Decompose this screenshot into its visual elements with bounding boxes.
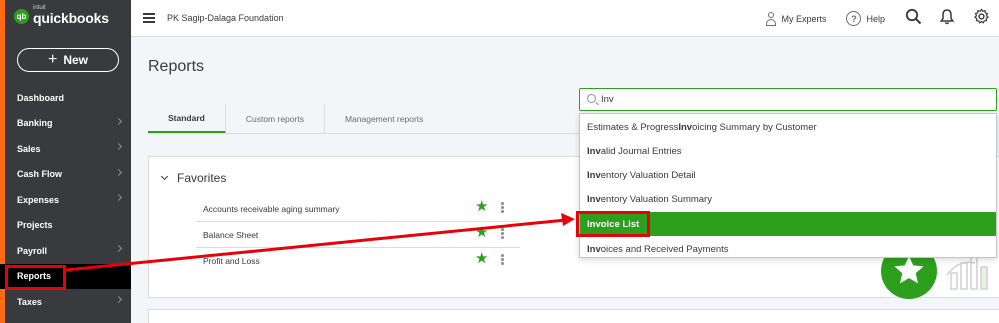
chevron-right-icon bbox=[114, 193, 123, 202]
sidebar: qb intuit quickbooks + New Dashboard Ban… bbox=[0, 0, 131, 323]
suggestion-item[interactable]: Estimates & Progress Inv oicing Summary b… bbox=[580, 115, 996, 139]
suggestion-rest: oicing Summary by Customer bbox=[692, 121, 817, 133]
favorite-star-icon[interactable]: ★ bbox=[475, 251, 488, 266]
sidebar-item-payroll[interactable]: Payroll bbox=[0, 238, 131, 264]
sidebar-item-cash-flow[interactable]: Cash Flow bbox=[0, 162, 131, 188]
brand-name: quickbooks bbox=[33, 10, 109, 26]
app-window: qb intuit quickbooks + New Dashboard Ban… bbox=[0, 0, 999, 323]
report-link[interactable]: Balance Sheet bbox=[203, 230, 258, 240]
new-button[interactable]: + New bbox=[17, 48, 119, 72]
help-icon: ? bbox=[846, 11, 862, 26]
annotation-highlight-box bbox=[576, 211, 650, 237]
sidebar-item-banking[interactable]: Banking bbox=[0, 111, 131, 137]
my-experts-label: My Experts bbox=[781, 13, 827, 24]
suggestion-match: Inv bbox=[587, 169, 601, 181]
favorite-star-icon[interactable]: ★ bbox=[475, 225, 488, 240]
sidebar-item-sales[interactable]: Sales bbox=[0, 136, 131, 162]
suggestion-match: Inv bbox=[678, 121, 693, 133]
sidebar-item-reports[interactable]: Reports bbox=[0, 263, 131, 290]
chevron-right-icon bbox=[114, 295, 123, 304]
sidebar-item-label: Dashboard bbox=[17, 92, 65, 103]
sidebar-item-projects[interactable]: Projects bbox=[0, 213, 131, 239]
report-row[interactable]: Balance Sheet ★ bbox=[196, 222, 520, 248]
tab-management-reports[interactable]: Management reports bbox=[325, 104, 443, 134]
company-name: PK Sagip-Dalaga Foundation bbox=[167, 13, 284, 23]
report-row[interactable]: Profit and Loss ★ bbox=[196, 248, 520, 274]
suggestion-rest: oices and Received Payments bbox=[600, 243, 729, 255]
suggestion-rest: alid Journal Entries bbox=[600, 145, 682, 157]
top-bar-actions: My Experts ? Help bbox=[766, 0, 999, 37]
quickbooks-logo[interactable]: qb intuit quickbooks bbox=[14, 5, 109, 26]
report-search-input[interactable]: Inv bbox=[579, 88, 997, 111]
suggestion-match: Inv bbox=[587, 243, 601, 255]
sidebar-item-label: Projects bbox=[17, 220, 53, 231]
my-experts-button[interactable]: My Experts bbox=[766, 11, 827, 26]
sidebar-item-taxes[interactable]: Taxes bbox=[0, 289, 131, 315]
help-button[interactable]: ? Help bbox=[846, 11, 885, 26]
favorites-header[interactable]: Favorites bbox=[160, 171, 227, 185]
sidebar-item-label: Sales bbox=[17, 143, 41, 154]
suggestion-item[interactable]: Inv alid Journal Entries bbox=[580, 139, 996, 163]
intuit-label: intuit bbox=[33, 5, 46, 11]
sidebar-item-label: Cash Flow bbox=[17, 169, 63, 180]
chevron-right-icon bbox=[114, 244, 123, 253]
chevron-down-icon bbox=[160, 172, 169, 181]
more-options-icon[interactable] bbox=[501, 202, 504, 214]
chevron-right-icon bbox=[114, 142, 123, 151]
search-input-value: Inv bbox=[601, 94, 614, 105]
bell-icon[interactable] bbox=[939, 8, 955, 30]
report-tabs: Standard Custom reports Management repor… bbox=[148, 104, 443, 134]
suggestion-item[interactable]: Inv entory Valuation Detail bbox=[580, 163, 996, 187]
sidebar-item-label: Payroll bbox=[17, 245, 48, 256]
report-link[interactable]: Profit and Loss bbox=[203, 256, 260, 266]
suggestion-prefix: Estimates & Progress bbox=[587, 121, 679, 133]
sidebar-item-expenses[interactable]: Expenses bbox=[0, 187, 131, 213]
chevron-right-icon bbox=[114, 117, 123, 125]
sidebar-item-label: Taxes bbox=[17, 296, 42, 307]
search-icon[interactable] bbox=[905, 8, 922, 30]
next-section-panel bbox=[148, 309, 999, 323]
suggestion-rest: entory Valuation Detail bbox=[600, 169, 696, 181]
favorite-star-icon[interactable]: ★ bbox=[475, 199, 488, 214]
favorites-title: Favorites bbox=[177, 171, 227, 185]
more-options-icon[interactable] bbox=[501, 228, 504, 240]
report-link[interactable]: Accounts receivable aging summary bbox=[203, 204, 340, 214]
sidebar-item-dashboard[interactable]: Dashboard bbox=[0, 85, 131, 111]
tab-standard[interactable]: Standard bbox=[148, 104, 226, 134]
report-row[interactable]: Accounts receivable aging summary ★ bbox=[196, 196, 520, 222]
sidebar-nav: Dashboard Banking Sales Cash Flow Expens… bbox=[0, 85, 131, 315]
person-icon bbox=[766, 11, 777, 26]
suggestion-item[interactable]: Inv oices and Received Payments bbox=[580, 237, 996, 261]
suggestion-rest: entory Valuation Summary bbox=[600, 193, 712, 205]
sidebar-item-label: Banking bbox=[17, 118, 53, 129]
sidebar-item-label: Expenses bbox=[17, 194, 60, 205]
suggestion-match: Inv bbox=[587, 145, 601, 157]
help-label: Help bbox=[866, 13, 885, 24]
suggestion-match: Inv bbox=[587, 193, 601, 205]
search-icon bbox=[587, 94, 596, 103]
hamburger-menu-icon[interactable] bbox=[143, 13, 155, 23]
new-button-label: New bbox=[63, 53, 89, 67]
annotation-highlight-box bbox=[5, 264, 66, 290]
page-title: Reports bbox=[148, 58, 205, 75]
chevron-right-icon bbox=[114, 168, 123, 176]
tab-custom-reports[interactable]: Custom reports bbox=[226, 104, 325, 134]
qb-logo-icon: qb bbox=[14, 8, 29, 24]
suggestion-item[interactable]: Inv entory Valuation Summary bbox=[580, 187, 996, 211]
gear-icon[interactable] bbox=[973, 8, 990, 30]
top-bar: PK Sagip-Dalaga Foundation My Experts ? … bbox=[131, 0, 999, 37]
plus-icon: + bbox=[47, 51, 58, 68]
tabs-divider bbox=[148, 133, 598, 134]
more-options-icon[interactable] bbox=[501, 254, 504, 266]
